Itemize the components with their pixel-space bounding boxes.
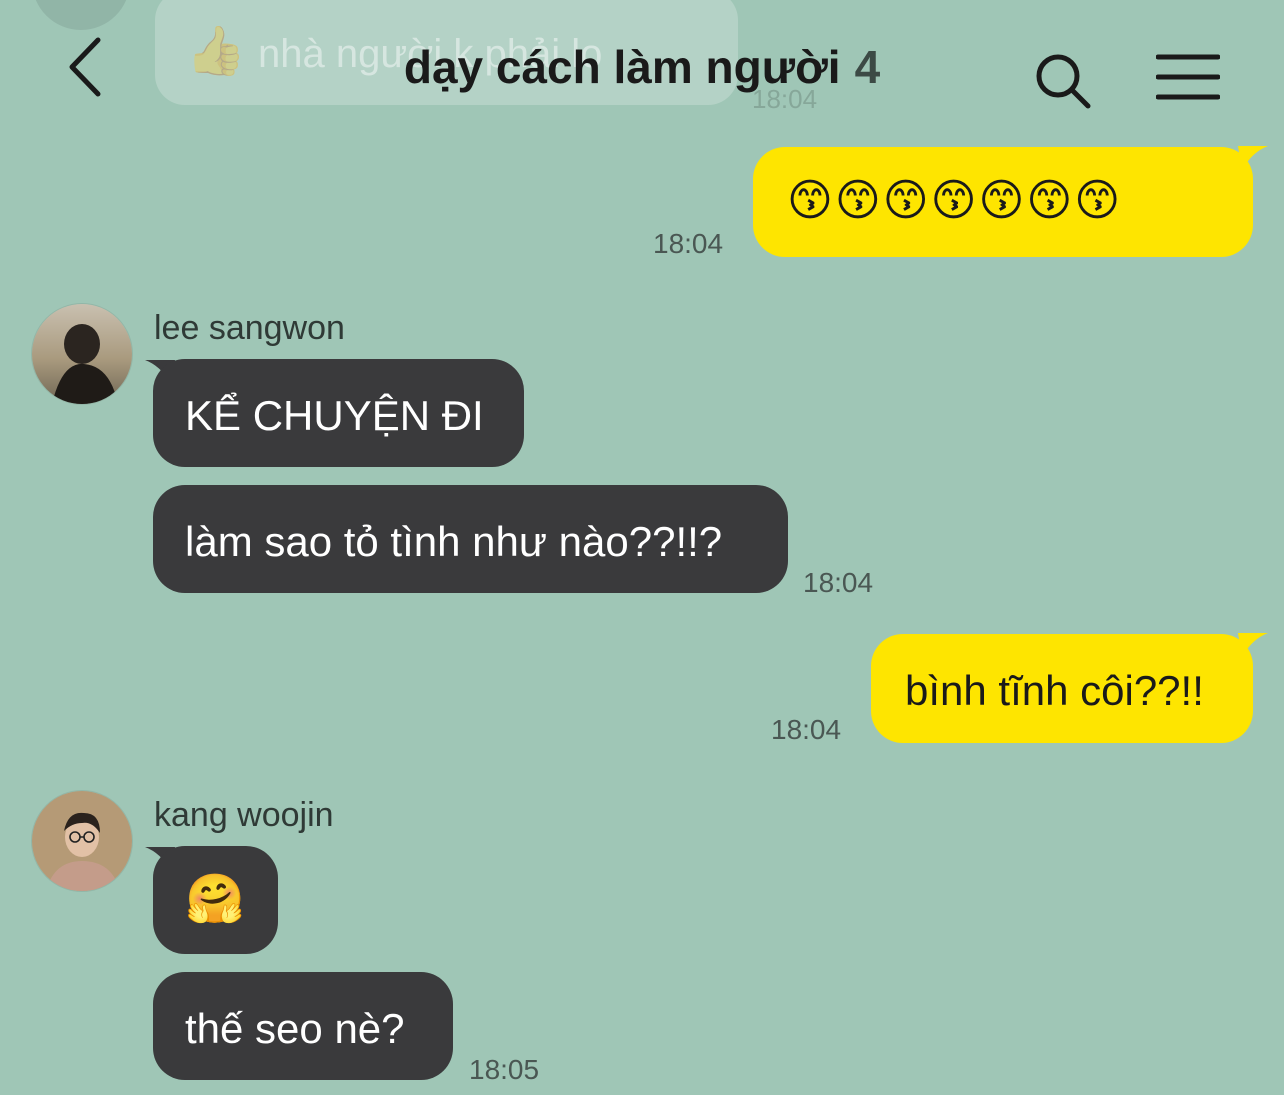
- message-time: 18:04: [771, 714, 842, 745]
- avatar-kang-woojin[interactable]: [31, 790, 133, 892]
- sender-name: kang woojin: [154, 796, 334, 834]
- other-message-bubble[interactable]: thế seo nè?: [153, 972, 453, 1080]
- message-text: 😙😙😙😙😙😙😙: [787, 176, 1123, 225]
- avatar-lee-sangwon[interactable]: [31, 303, 133, 405]
- avatar-image: [32, 304, 132, 404]
- message-text: làm sao tỏ tình như nào??!!?: [185, 518, 723, 565]
- message-text: thế seo nè?: [185, 1005, 405, 1052]
- hamburger-menu-icon: [1155, 54, 1221, 100]
- search-button[interactable]: [1032, 50, 1094, 112]
- menu-button[interactable]: [1155, 52, 1221, 102]
- my-message-bubble[interactable]: 😙😙😙😙😙😙😙: [753, 147, 1253, 257]
- search-icon: [1036, 54, 1091, 109]
- message-time: 18:04: [803, 567, 874, 598]
- message-text: KỂ CHUYỆN ĐI: [185, 392, 484, 439]
- chat-title-text: dạy cách làm người: [403, 41, 841, 93]
- message-text: bình tĩnh côi??!!: [905, 667, 1204, 714]
- previous-avatar: [32, 0, 130, 30]
- my-message-bubble[interactable]: bình tĩnh côi??!!: [871, 634, 1253, 743]
- other-message-bubble[interactable]: KỂ CHUYỆN ĐI: [153, 359, 524, 467]
- other-message-bubble[interactable]: làm sao tỏ tình như nào??!!?: [153, 485, 788, 593]
- bubble-tail: [1238, 146, 1268, 170]
- other-message-bubble[interactable]: 🤗: [153, 846, 278, 954]
- bubble-tail: [1238, 633, 1268, 657]
- member-count: 4: [854, 41, 881, 93]
- sender-name: lee sangwon: [154, 309, 345, 347]
- message-time: 18:04: [653, 228, 724, 259]
- message-text: 🤗: [185, 873, 245, 926]
- message-time: 18:05: [469, 1054, 540, 1085]
- avatar-image: [32, 791, 132, 891]
